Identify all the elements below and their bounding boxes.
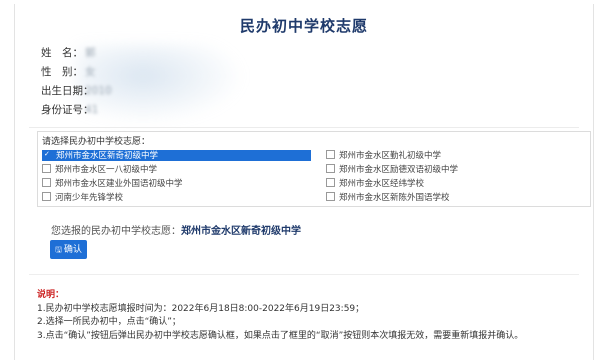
selected-value: 郑州市金水区新奇初级中学 [181, 226, 301, 237]
note-line: 2.选择一所民办初中，点击“确认”； [37, 317, 181, 327]
confirm-label: 确认 [63, 245, 82, 255]
school-option[interactable]: 郑州市金水区新陈外国语学校 [326, 192, 450, 203]
checkbox-checked[interactable] [43, 149, 52, 160]
name-value: 郭 [85, 47, 96, 59]
birth-label: 出生日期： [41, 85, 94, 97]
student-info: 姓 名：郭 性 别：女 出生日期：2010 身份证号：41 [41, 44, 112, 120]
gender-label: 性 别： [41, 66, 83, 78]
school-option-label: 郑州市金水区建业外国语初级中学 [55, 179, 183, 189]
school-option[interactable]: 郑州市金水区勤礼初级中学 [326, 150, 441, 161]
name-row: 姓 名：郭 [41, 44, 112, 63]
school-option[interactable]: 郑州市金水区经纬学校 [326, 178, 424, 189]
school-option[interactable]: 郑州市金水区建业外国语初级中学 [42, 178, 183, 189]
confirm-button[interactable]: 🖫 确认 [50, 240, 87, 259]
school-option-label: 河南少年先锋学校 [55, 193, 124, 203]
checkbox[interactable] [42, 164, 51, 173]
id-value: 41 [85, 104, 99, 116]
school-option-label: 郑州市金水区励德双语初级中学 [339, 165, 459, 175]
selected-choice: 您选报的民办初中学校志愿：郑州市金水区新奇初级中学 [51, 222, 301, 237]
checkbox[interactable] [326, 178, 335, 187]
school-option[interactable]: 郑州市金水区一八初级中学 [42, 164, 157, 175]
school-option-label: 郑州市金水区一八初级中学 [55, 165, 158, 175]
page-title: 民办初中学校志愿 [239, 17, 368, 35]
gender-value: 女 [85, 66, 96, 78]
checkbox[interactable] [326, 164, 335, 173]
gender-row: 性 别：女 [41, 63, 112, 82]
checkbox[interactable] [326, 192, 335, 201]
note-line: 1.民办初中学校志愿填报时间为：2022年6月18日8:00-2022年6月19… [37, 303, 365, 314]
id-row: 身份证号：41 [41, 101, 112, 120]
notes-title: 说明： [37, 290, 65, 300]
school-option[interactable]: 郑州市金水区新奇初级中学 [42, 149, 311, 161]
school-option-label: 郑州市金水区新陈外国语学校 [339, 193, 450, 203]
divider [29, 274, 579, 275]
name-label: 姓 名： [41, 47, 83, 59]
school-option-label: 郑州市金水区勤礼初级中学 [339, 151, 442, 161]
divider [29, 127, 579, 128]
checkbox[interactable] [42, 192, 51, 201]
save-icon: 🖫 [55, 245, 62, 254]
school-choice-list: 请选择民办初中学校志愿： 郑州市金水区新奇初级中学 郑州市金水区勤礼初级中学 郑… [37, 131, 591, 207]
selected-prefix: 您选报的民办初中学校志愿： [51, 226, 181, 237]
checkbox[interactable] [42, 178, 51, 187]
school-option[interactable]: 郑州市金水区励德双语初级中学 [326, 164, 458, 175]
school-option-label: 郑州市金水区经纬学校 [339, 179, 425, 189]
school-option[interactable]: 河南少年先锋学校 [42, 192, 123, 203]
choice-title: 请选择民办初中学校志愿： [42, 137, 151, 147]
id-label: 身份证号： [41, 104, 94, 116]
birth-value: 2010 [85, 85, 112, 97]
notes-section: 说明： 1.民办初中学校志愿填报时间为：2022年6月18日8:00-2022年… [37, 289, 523, 343]
checkbox[interactable] [326, 150, 335, 159]
birth-row: 出生日期：2010 [41, 82, 112, 101]
school-option-label: 郑州市金水区新奇初级中学 [56, 151, 159, 161]
note-line: 3.点击“确认”按钮后弹出民办初中学校志愿确认框，如果点击了框里的“取消”按钮则… [37, 330, 524, 341]
page-frame: 民办初中学校志愿 姓 名：郭 性 别：女 出生日期：2010 身份证号：41 请… [14, 4, 594, 360]
